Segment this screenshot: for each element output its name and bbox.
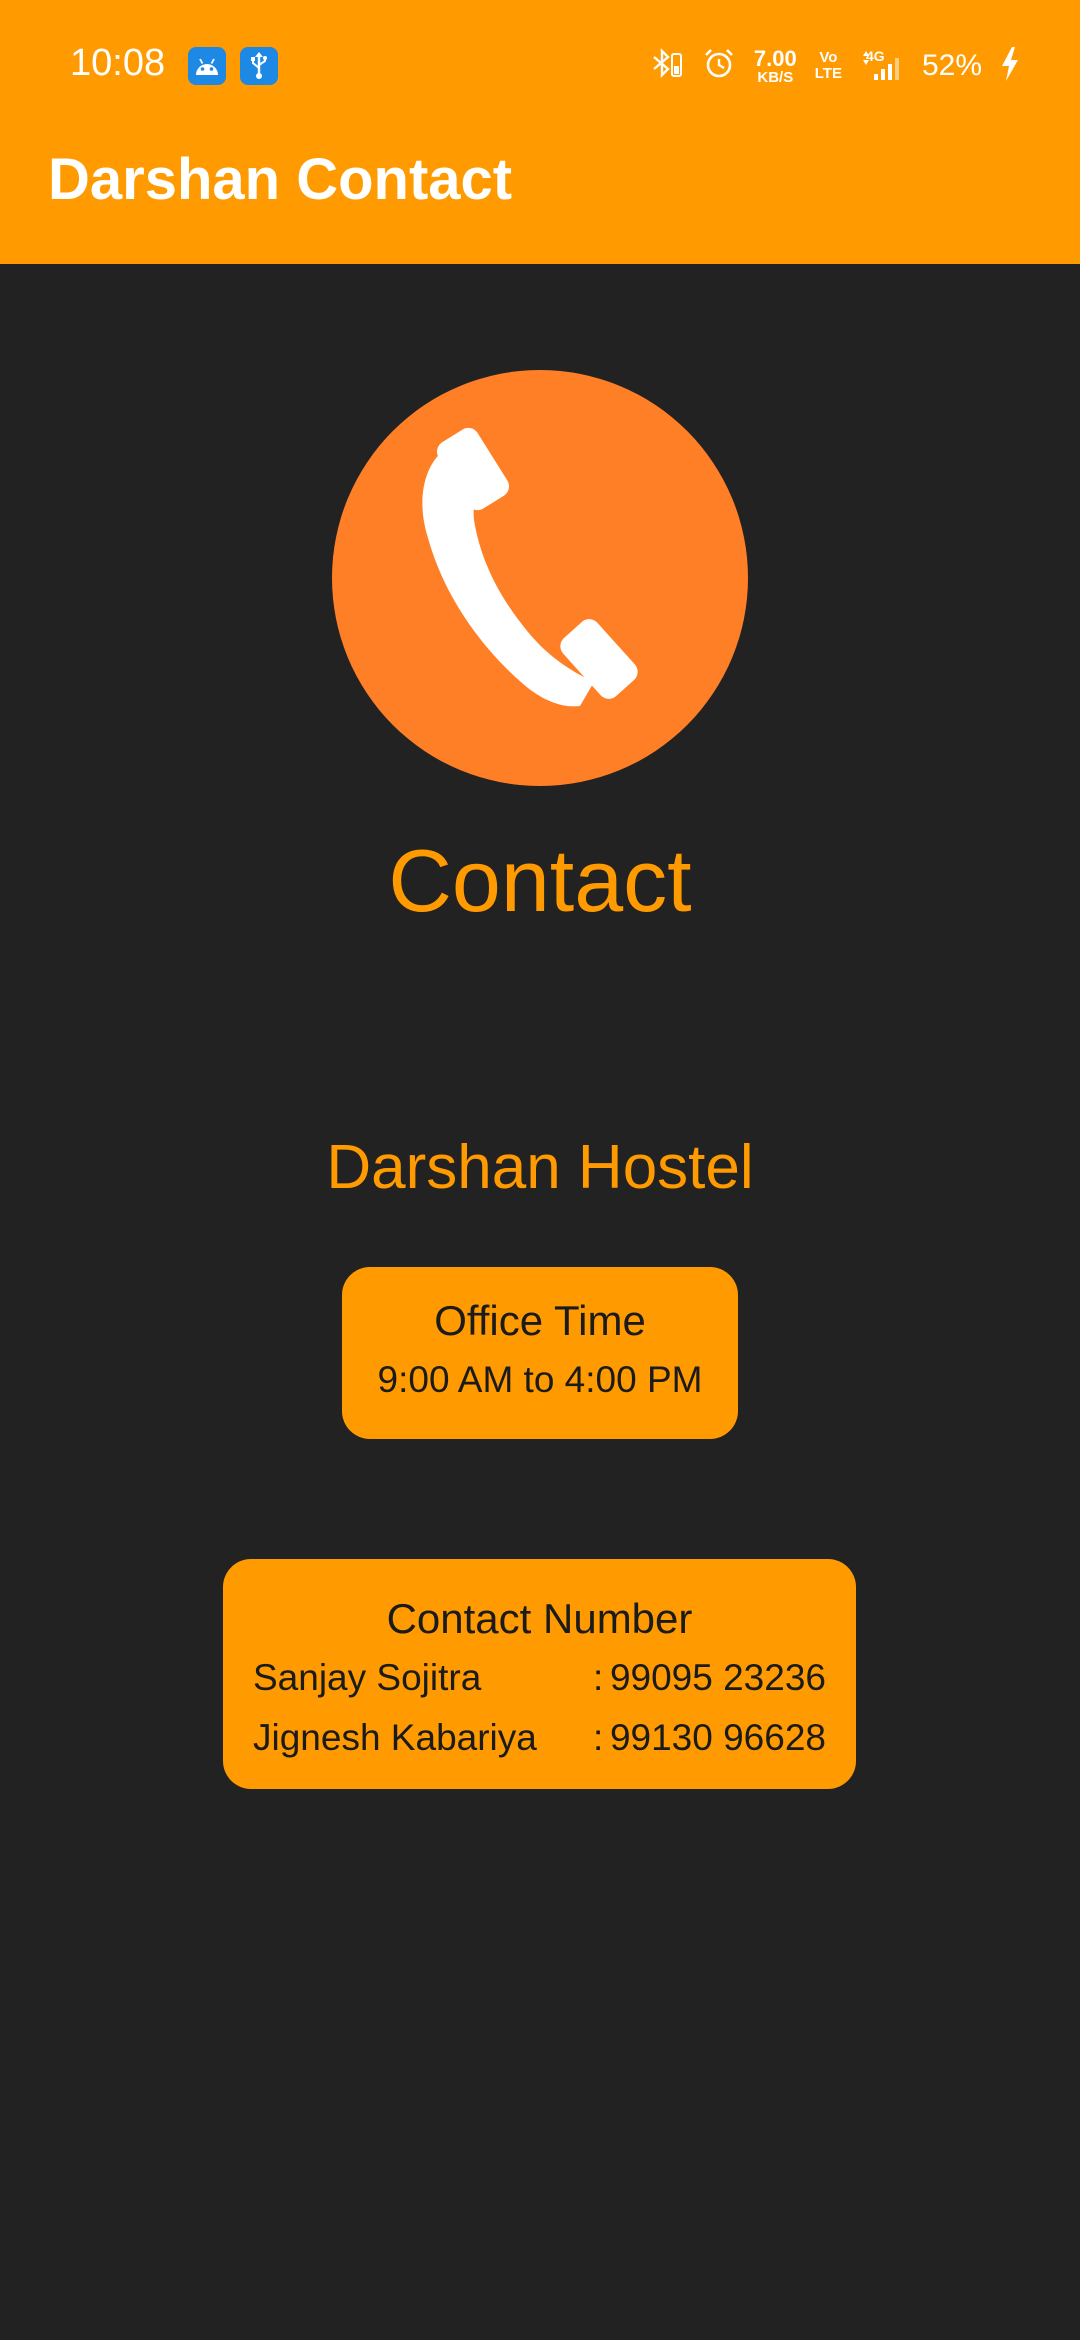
contact-separator: : [593,1657,604,1698]
signal-icon: 4G [860,48,904,84]
office-time-label: Office Time [434,1297,646,1344]
page-heading: Contact [388,831,692,930]
charging-icon [1000,46,1020,86]
office-hours: 9:00 AM to 4:00 PM [377,1359,703,1400]
contact-row: Sanjay Sojitra : 99095 23236 [253,1657,826,1703]
contact-card-title: Contact Number [386,1595,693,1642]
volte-indicator: Vo LTE [815,50,842,82]
contact-name: Sanjay Sojitra [253,1657,482,1698]
android-icon [188,47,226,85]
app-title: Darshan Contact [48,147,513,212]
status-indicators: 7.00 KB/S Vo LTE 4G 52% [648,44,1020,88]
status-bar: 10:08 7.00 KB/S Vo LTE 4G 52% [0,0,1080,132]
battery-level: 52% [921,49,982,82]
contact-separator: : [593,1717,604,1758]
contact-number-card: Contact Number Sanjay Sojitra : 99095 23… [223,1559,856,1789]
usb-icon [240,47,278,85]
alarm-icon [702,47,736,86]
network-speed-value: 7.00 [753,45,797,71]
phone-icon [332,370,748,786]
office-time-card: Office Time 9:00 AM to 4:00 PM [342,1267,738,1439]
contact-phone-number[interactable]: 99130 96628 [610,1717,826,1759]
contact-row: Jignesh Kabariya : 99130 96628 [253,1717,826,1763]
bluetooth-icon [648,46,684,87]
contact-name: Jignesh Kabariya [253,1717,537,1758]
status-time: 10:08 [70,42,166,84]
network-speed-unit: KB/S [757,68,794,86]
volte-bottom-label: LTE [814,65,842,82]
contact-phone-number[interactable]: 99095 23236 [610,1657,826,1699]
volte-top-label: Vo [819,49,838,67]
network-speed: 7.00 KB/S [753,45,797,86]
hostel-name: Darshan Hostel [326,1133,754,1202]
